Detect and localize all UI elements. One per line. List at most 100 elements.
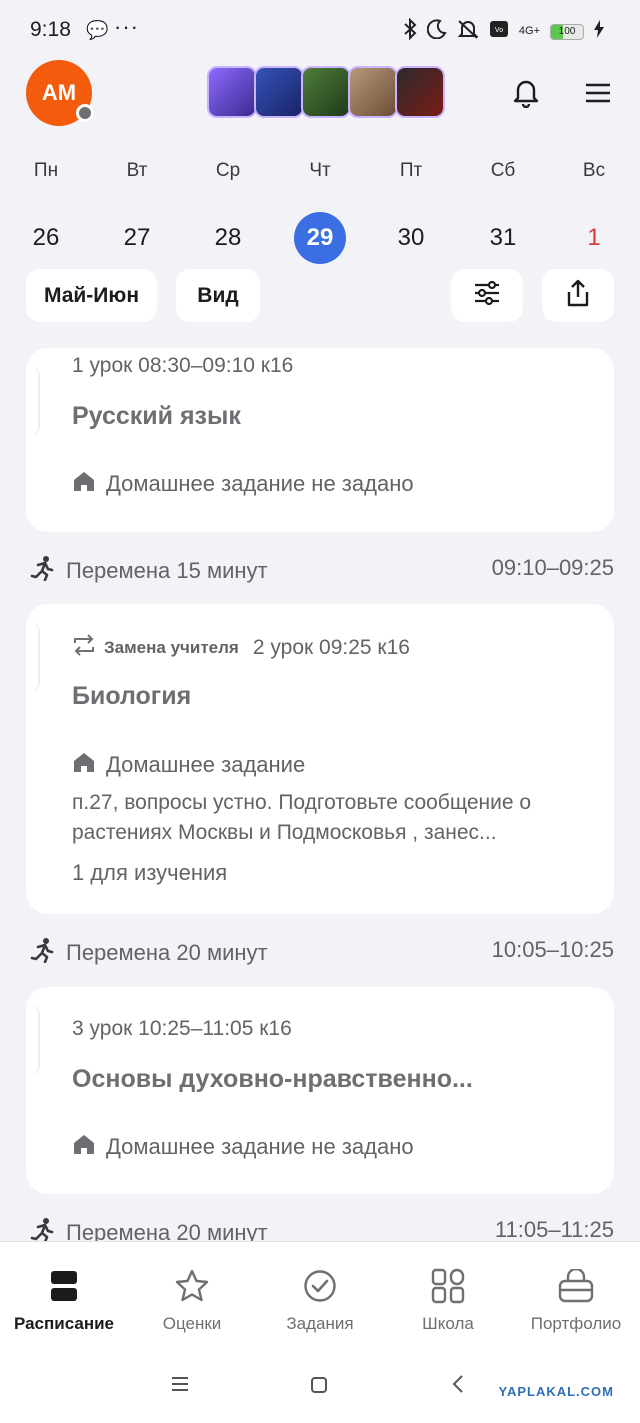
lesson-subject: Основы духовно-нравственно... [72,1065,473,1093]
story-thumbnail[interactable] [348,66,398,118]
watermark: YAPLAKAL.COM [498,1384,614,1399]
story-thumbnail[interactable] [207,66,257,118]
stories-strip[interactable] [207,66,445,118]
homework-label: Домашнее задание не задано [106,1134,414,1159]
share-icon [565,278,591,314]
schedule-icon [0,1266,128,1306]
share-button[interactable] [542,269,614,322]
day-name: Пн [33,160,59,181]
story-thumbnail[interactable] [254,66,304,118]
homework-materials: 1 для изучения [72,860,228,885]
nav-schedule[interactable]: Расписание [0,1266,128,1334]
homework-text: п.27, вопросы устно. Подготовьте сообщен… [72,791,532,844]
day-date: 31 [489,224,517,251]
substitution-tag: Замена учителя [104,638,239,657]
day-date: 30 [397,224,425,251]
day-cell[interactable]: Ср 28 [200,160,256,264]
battery-icon: 100 [550,23,584,40]
back-icon[interactable] [452,1374,464,1399]
day-date: 26 [32,224,60,251]
homework-status: Домашнее задание [72,751,305,779]
app-header: АМ [0,60,640,130]
filter-button[interactable] [451,269,523,322]
day-cell[interactable]: Пн 26 [18,160,74,264]
day-cell[interactable]: Сб 31 [475,160,531,264]
nav-label: Расписание [13,1314,115,1333]
nav-label: Портфолио [530,1314,622,1333]
charging-icon [594,20,604,43]
homework-status: Домашнее задание не задано [72,1133,414,1161]
day-cell[interactable]: Пт 30 [383,160,439,264]
nav-portfolio[interactable]: Портфолио [512,1266,640,1334]
nav-grades[interactable]: Оценки [128,1266,256,1334]
star-icon [128,1266,256,1306]
day-cell[interactable]: Вс 1 [566,160,622,264]
day-name: Чт [309,160,331,181]
nav-label: Школа [422,1314,474,1333]
break-time: 09:10–09:25 [491,555,614,580]
day-date: 1 [587,224,601,251]
story-thumbnail[interactable] [395,66,445,118]
recents-icon[interactable] [171,1376,189,1397]
nav-tasks[interactable]: Задания [256,1266,384,1334]
day-date: 27 [123,224,151,251]
bluetooth-icon [403,17,417,45]
status-time: 9:18 [30,18,71,41]
lesson-card[interactable]: 3 урок 10:25–11:05 к16 Основы духовно-нр… [26,987,614,1194]
house-icon [72,1133,96,1161]
moon-icon [426,19,447,44]
lesson-meta-row: Замена учителя 2 урок 09:25 к16 [72,634,410,662]
day-date: 28 [214,224,242,251]
homework-label: Домашнее задание не задано [106,471,414,496]
more-notifications-icon: ··· [114,14,139,39]
sliders-icon [472,280,502,312]
day-name: Пт [399,160,423,181]
nav-school[interactable]: Школа [384,1266,512,1334]
break-label: Перемена 20 минут [66,940,268,965]
house-icon [72,751,96,779]
running-icon [30,555,56,587]
period-button[interactable]: Май-Июн [26,269,157,322]
status-dot [76,104,94,122]
day-cell[interactable]: Вт 27 [109,160,165,264]
nav-label: Оценки [162,1314,222,1333]
break-row: Перемена 15 минут 09:10–09:25 [30,555,614,583]
status-bar: 9:18 💬 ··· Vo 4G+ 100 [0,0,640,60]
lesson-meta: 1 урок 08:30–09:10 к16 [72,354,294,377]
check-circle-icon [256,1266,384,1306]
story-thumbnail[interactable] [301,66,351,118]
house-icon [72,470,96,498]
day-name: Ср [215,160,241,181]
running-icon [30,937,56,969]
menu-icon[interactable] [584,82,612,109]
muted-bell-icon [457,18,479,45]
break-time: 10:05–10:25 [491,937,614,962]
network-type: 4G+ [518,25,540,37]
view-button[interactable]: Вид [176,269,260,322]
lesson-subject: Русский язык [72,402,241,430]
day-name: Вт [126,160,148,181]
battery-level: 100 [558,26,576,37]
break-time: 11:05–11:25 [494,1217,614,1242]
lesson-meta: 2 урок 09:25 к16 [252,636,410,659]
homework-label: Домашнее задание [106,752,306,777]
bell-icon[interactable] [512,78,540,113]
lesson-card[interactable]: 1 урок 08:30–09:10 к16 Русский язык Дома… [26,348,614,532]
swap-icon [72,634,96,662]
svg-text:Vo: Vo [495,27,503,34]
lesson-card[interactable]: Замена учителя 2 урок 09:25 к16 Биология… [26,604,614,914]
grid-icon [384,1266,512,1306]
homework-status: Домашнее задание не задано [72,470,414,498]
briefcase-icon [512,1266,640,1306]
home-icon[interactable] [310,1376,328,1399]
lesson-meta: 3 урок 10:25–11:05 к16 [72,1017,292,1040]
day-cell-selected[interactable]: Чт 29 [292,160,348,264]
day-date: 29 [294,212,346,264]
schedule-controls: Май-Июн Вид [0,269,640,322]
day-name: Вс [582,160,606,181]
day-name: Сб [490,160,516,181]
avatar-initials: АМ [41,80,77,105]
break-row: Перемена 20 минут 10:05–10:25 [30,937,614,965]
volte-icon: Vo [489,20,509,43]
chat-icon: 💬 [86,20,109,40]
